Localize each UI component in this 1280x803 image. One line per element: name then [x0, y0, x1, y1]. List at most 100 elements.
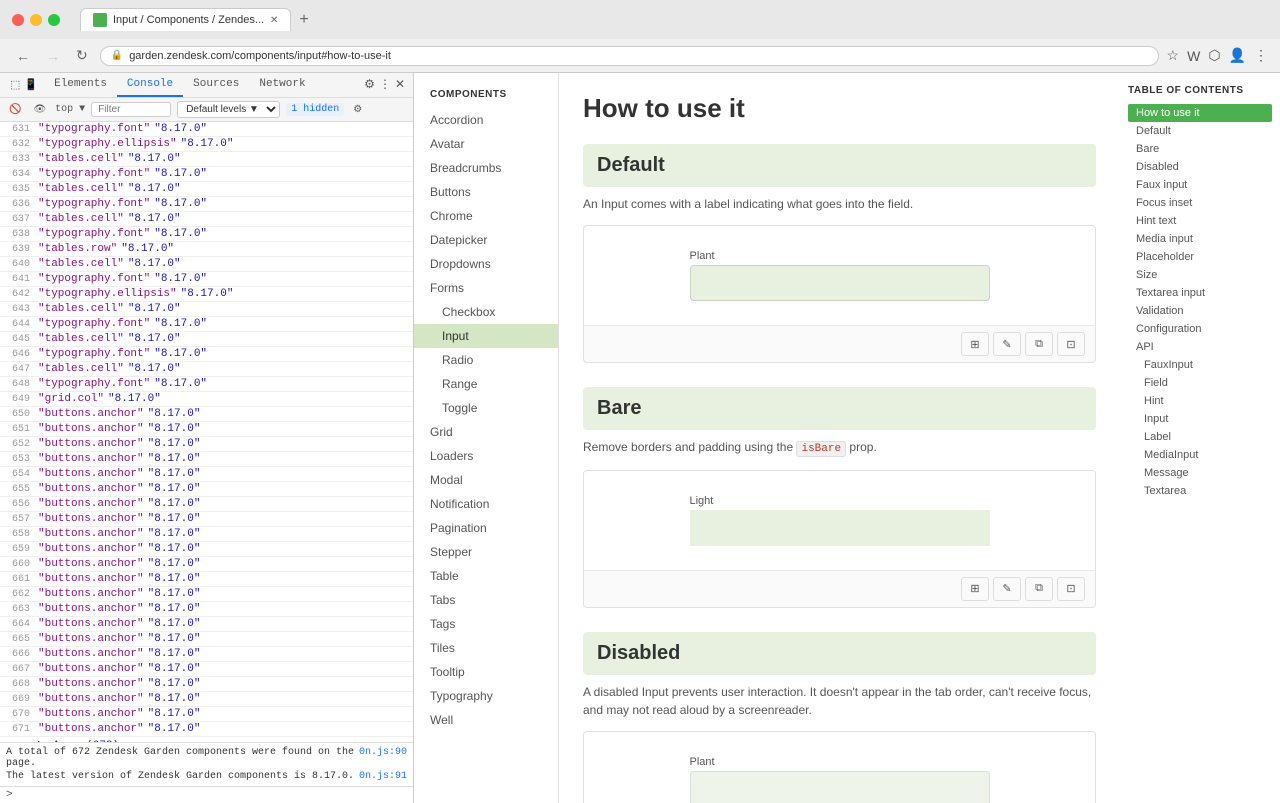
line-number: 649	[6, 394, 38, 405]
minimize-button[interactable]	[30, 14, 42, 26]
menu-icon[interactable]: ⋮	[1254, 47, 1268, 64]
nav-item-buttons[interactable]: Buttons	[414, 180, 558, 204]
nav-item-loaders[interactable]: Loaders	[414, 444, 558, 468]
line-number: 637	[6, 214, 38, 225]
user-icon[interactable]: 👤	[1229, 47, 1246, 64]
nav-item-table[interactable]: Table	[414, 564, 558, 588]
devtools-tab-sources[interactable]: Sources	[183, 73, 249, 97]
toc-item-message[interactable]: Message	[1128, 464, 1272, 482]
console-message-2-link[interactable]: 0n.js:91	[359, 771, 407, 782]
nav-item-chrome[interactable]: Chrome	[414, 204, 558, 228]
toc-item-textarea[interactable]: Textarea	[1128, 482, 1272, 500]
toc-item-validation[interactable]: Validation	[1128, 302, 1272, 320]
back-button[interactable]: ←	[12, 46, 34, 66]
nav-item-well[interactable]: Well	[414, 708, 558, 732]
devtools-close-icon[interactable]: ✕	[395, 77, 405, 93]
devtools-device-icon[interactable]: 📱	[24, 78, 38, 92]
refresh-button[interactable]: ↻	[72, 45, 92, 66]
toc-item-hint[interactable]: Hint	[1128, 392, 1272, 410]
console-clear-btn[interactable]: 🚫	[6, 103, 24, 116]
maximize-button[interactable]	[48, 14, 60, 26]
toc-item-textarea-input[interactable]: Textarea input	[1128, 284, 1272, 302]
demo-toolbar-bare-btn-3[interactable]: ⧉	[1025, 577, 1053, 601]
nav-item-tags[interactable]: Tags	[414, 612, 558, 636]
new-tab-button[interactable]: +	[293, 9, 314, 31]
nav-item-grid[interactable]: Grid	[414, 420, 558, 444]
devtools-tab-elements[interactable]: Elements	[44, 73, 117, 97]
nav-item-tabs[interactable]: Tabs	[414, 588, 558, 612]
active-tab[interactable]: Input / Components / Zendes... ✕	[80, 8, 291, 31]
line-number: 659	[6, 544, 38, 555]
toc-item-default[interactable]: Default	[1128, 122, 1272, 140]
toc-item-disabled[interactable]: Disabled	[1128, 158, 1272, 176]
toc-item-configuration[interactable]: Configuration	[1128, 320, 1272, 338]
nav-item-modal[interactable]: Modal	[414, 468, 558, 492]
nav-item-tiles[interactable]: Tiles	[414, 636, 558, 660]
toc-item-placeholder[interactable]: Placeholder	[1128, 248, 1272, 266]
devtools-tab-network[interactable]: Network	[249, 73, 315, 97]
console-settings-btn[interactable]: ⚙	[350, 103, 365, 116]
toc-item-media-input[interactable]: Media input	[1128, 230, 1272, 248]
address-bar[interactable]: 🔒 garden.zendesk.com/components/input#ho…	[100, 46, 1159, 66]
devtools-settings-icon[interactable]: ⚙	[364, 77, 375, 93]
console-levels-select[interactable]: Default levels ▼	[177, 101, 280, 118]
toc-item-bare[interactable]: Bare	[1128, 140, 1272, 158]
nav-item-input[interactable]: Input	[414, 324, 558, 348]
nav-item-checkbox[interactable]: Checkbox	[414, 300, 558, 324]
nav-item-tooltip[interactable]: Tooltip	[414, 660, 558, 684]
demo-toolbar-btn-4[interactable]: ⊡	[1057, 332, 1085, 356]
toc-item-mediainput[interactable]: MediaInput	[1128, 446, 1272, 464]
browser-chrome: Input / Components / Zendes... ✕ + ← → ↻…	[0, 0, 1280, 73]
devtools-tab-console[interactable]: Console	[117, 73, 183, 97]
demo-toolbar-bare-btn-1[interactable]: ⊞	[961, 577, 989, 601]
console-top-filter[interactable]: 👁	[30, 103, 49, 116]
console-log-row: 660"buttons.anchor""8.17.0"	[0, 557, 413, 572]
devtools-cursor-icon[interactable]: ⬚	[10, 78, 20, 92]
console-log[interactable]: 631"typography.font""8.17.0"632"typograp…	[0, 122, 413, 742]
log-content: "buttons.anchor""8.17.0"	[38, 543, 200, 555]
demo-toolbar-btn-3[interactable]: ⧉	[1025, 332, 1053, 356]
page-main[interactable]: How to use it Default An Input comes wit…	[559, 73, 1120, 803]
nav-item-dropdowns[interactable]: Dropdowns	[414, 252, 558, 276]
nav-item-forms[interactable]: Forms	[414, 276, 558, 300]
console-filter-input[interactable]	[91, 102, 171, 117]
toc-item-input[interactable]: Input	[1128, 410, 1272, 428]
toc-item-field[interactable]: Field	[1128, 374, 1272, 392]
nav-item-stepper[interactable]: Stepper	[414, 540, 558, 564]
devtools-more-icon[interactable]: ⋮	[379, 77, 391, 93]
toc-item-how-to-use-it[interactable]: How to use it	[1128, 104, 1272, 122]
nav-item-toggle[interactable]: Toggle	[414, 396, 558, 420]
console-log-row: 670"buttons.anchor""8.17.0"	[0, 707, 413, 722]
nav-item-typography[interactable]: Typography	[414, 684, 558, 708]
toc-item-hint-text[interactable]: Hint text	[1128, 212, 1272, 230]
toc-item-fauxinput[interactable]: FauxInput	[1128, 356, 1272, 374]
demo-toolbar-btn-1[interactable]: ⊞	[961, 332, 989, 356]
nav-item-avatar[interactable]: Avatar	[414, 132, 558, 156]
bookmark-icon[interactable]: ☆	[1167, 47, 1180, 64]
nav-item-pagination[interactable]: Pagination	[414, 516, 558, 540]
nav-item-datepicker[interactable]: Datepicker	[414, 228, 558, 252]
toc-item-api[interactable]: API	[1128, 338, 1272, 356]
nav-item-radio[interactable]: Radio	[414, 348, 558, 372]
toc-item-size[interactable]: Size	[1128, 266, 1272, 284]
demo-toolbar-bare-btn-4[interactable]: ⊡	[1057, 577, 1085, 601]
close-button[interactable]	[12, 14, 24, 26]
nav-item-breadcrumbs[interactable]: Breadcrumbs	[414, 156, 558, 180]
toc-item-focus-inset[interactable]: Focus inset	[1128, 194, 1272, 212]
demo-toolbar-btn-2[interactable]: ✎	[993, 332, 1021, 356]
nav-item-range[interactable]: Range	[414, 372, 558, 396]
log-content: "buttons.anchor""8.17.0"	[38, 528, 200, 540]
console-message-1-link[interactable]: 0n.js:90	[359, 747, 407, 769]
nav-item-accordion[interactable]: Accordion	[414, 108, 558, 132]
toc-item-faux-input[interactable]: Faux input	[1128, 176, 1272, 194]
forward-button[interactable]: →	[42, 46, 64, 66]
tab-close-button[interactable]: ✕	[270, 15, 278, 26]
log-val: "8.17.0"	[154, 378, 207, 390]
nav-item-notification[interactable]: Notification	[414, 492, 558, 516]
log-key: "tables.cell"	[38, 153, 124, 165]
toc-item-label[interactable]: Label	[1128, 428, 1272, 446]
demo-toolbar-bare-btn-2[interactable]: ✎	[993, 577, 1021, 601]
demo-input-bare[interactable]	[690, 510, 990, 546]
demo-input-default[interactable]	[690, 265, 990, 301]
log-key: "buttons.anchor"	[38, 708, 144, 720]
